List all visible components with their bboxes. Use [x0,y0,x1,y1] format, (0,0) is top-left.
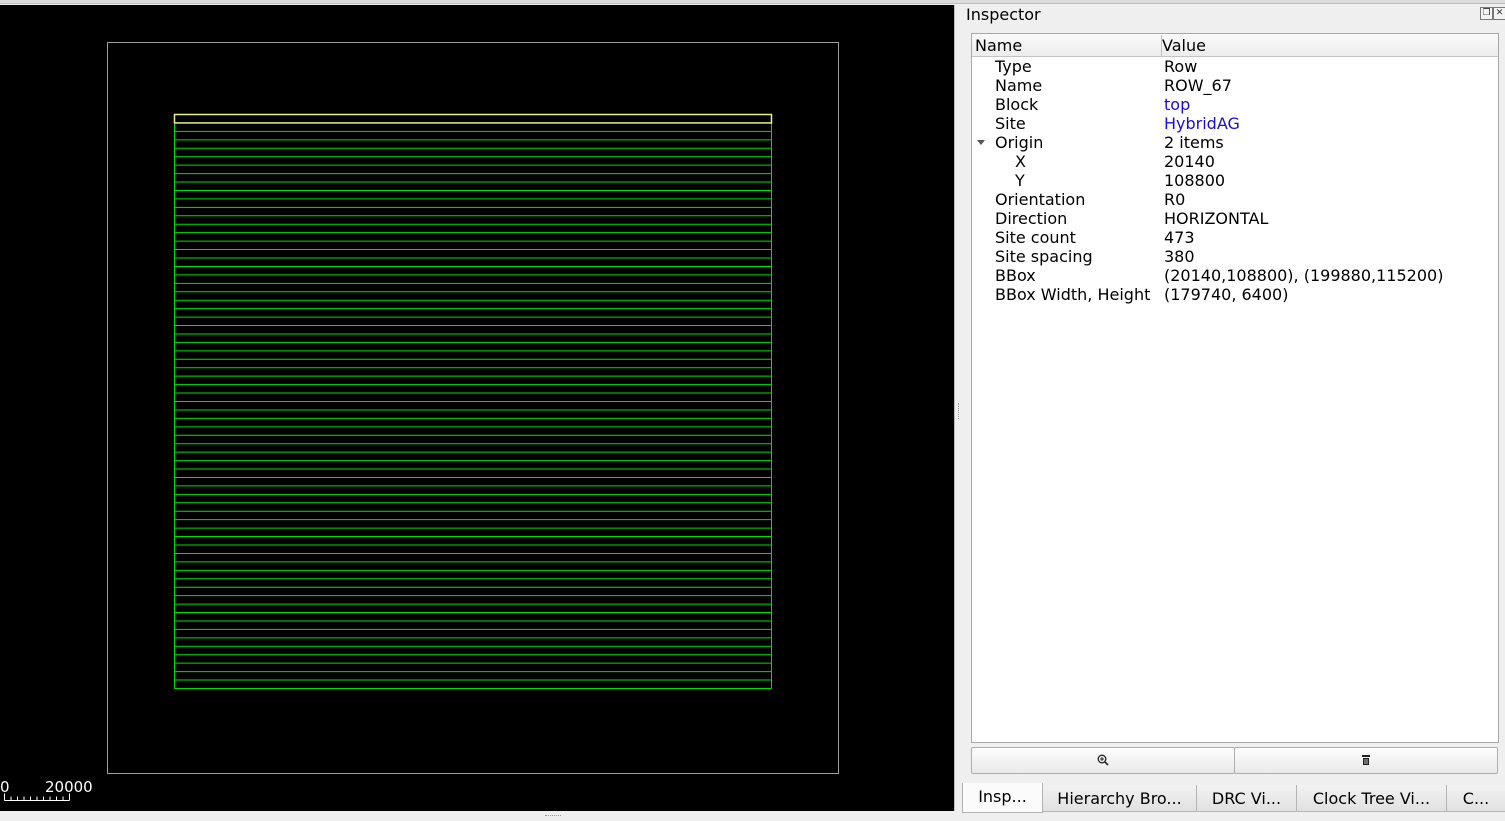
placement-rows[interactable] [173,113,773,689]
property-row[interactable]: Origin 2 items [972,133,1498,152]
property-value: 380 [1164,247,1195,266]
tab-drc-viewer[interactable]: DRC Vi... [1196,785,1297,812]
dock-tab-bar: Insp... Hierarchy Bro... DRC Vi... Clock… [962,783,1505,813]
dock-title: Inspector [966,5,1041,24]
property-row[interactable]: Type Row [972,57,1498,76]
float-icon[interactable]: ❐ [1480,7,1493,20]
property-value: 108800 [1164,171,1226,190]
close-icon[interactable]: ✕ [1493,7,1505,20]
column-header-name[interactable]: Name [972,35,1162,56]
tree-header: Name Value [972,34,1498,57]
property-value: 20140 [1164,152,1215,171]
die-outline [107,42,839,774]
property-row[interactable]: Name ROW_67 [972,76,1498,95]
property-value: R0 [1164,190,1186,209]
property-row[interactable]: Direction HORIZONTAL [972,209,1498,228]
property-row[interactable]: X 20140 [972,152,1498,171]
property-name: Block [995,95,1039,114]
property-tree[interactable]: Name Value Type Row Name ROW_67 Block top Site… [971,33,1499,743]
selected-row-highlight[interactable] [173,113,773,124]
property-name: X [1015,152,1026,171]
property-value: (20140,108800), (199880,115200) [1164,266,1444,285]
property-row[interactable]: Site spacing 380 [972,247,1498,266]
property-name: Origin [995,133,1044,152]
inspector-dock: Inspector ❐ ✕ Name Value Type Row Name ROW_… [962,3,1505,811]
property-name: Site [995,114,1026,133]
tab-inspector[interactable]: Insp... [962,783,1043,813]
property-name: BBox Width, Height [995,285,1151,304]
expand-arrow-icon[interactable] [977,140,985,145]
tab-hierarchy-browser[interactable]: Hierarchy Bro... [1042,785,1197,812]
property-name: Site count [995,228,1076,247]
zoom-in-icon [1097,754,1109,766]
property-value: ROW_67 [1164,76,1232,95]
property-value-link[interactable]: HybridAG [1164,114,1240,133]
property-name: Type [995,57,1032,76]
resize-grip[interactable] [545,815,561,817]
zoom-to-button[interactable] [971,747,1235,774]
scale-label-end: 20000 [45,778,93,796]
property-value: (179740, 6400) [1164,285,1289,304]
delete-button[interactable] [1234,747,1498,774]
tab-more[interactable]: C... [1446,785,1505,812]
scale-label-start: 0 [0,778,10,796]
property-value: HORIZONTAL [1164,209,1269,228]
property-name: Direction [995,209,1068,228]
property-row[interactable]: Y 108800 [972,171,1498,190]
property-row[interactable]: Block top [972,95,1498,114]
column-header-value[interactable]: Value [1159,35,1206,56]
property-row[interactable]: BBox Width, Height (179740, 6400) [972,285,1498,304]
layout-canvas[interactable] [0,5,954,811]
property-value: Row [1164,57,1198,76]
property-name: Site spacing [995,247,1093,266]
property-value: 473 [1164,228,1195,247]
property-name: Orientation [995,190,1086,209]
tab-clock-tree-viewer[interactable]: Clock Tree Vi... [1296,785,1447,812]
property-name: Name [995,76,1043,95]
layout-viewer[interactable]: 0 20000 [0,5,955,811]
property-row[interactable]: Site HybridAG [972,114,1498,133]
property-row[interactable]: Site count 473 [972,228,1498,247]
property-row[interactable]: Orientation R0 [972,190,1498,209]
property-value-link[interactable]: top [1164,95,1190,114]
property-name: BBox [995,266,1036,285]
property-name: Y [1015,171,1025,190]
property-value: 2 items [1164,133,1224,152]
property-row[interactable]: BBox (20140,108800), (199880,115200) [972,266,1498,285]
trash-icon [1362,755,1370,765]
